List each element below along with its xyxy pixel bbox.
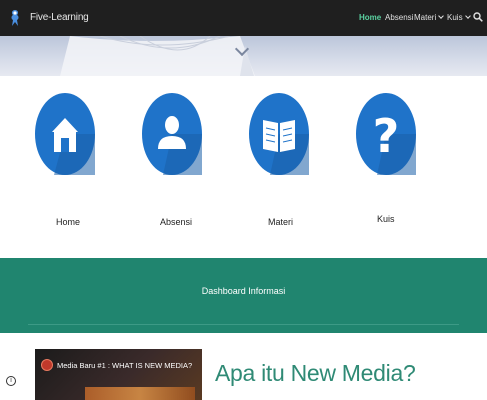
question-mark-icon: ? — [356, 93, 416, 175]
book-icon — [249, 93, 309, 175]
icon-label-kuis: Kuis — [377, 214, 395, 224]
nav-home[interactable]: Home — [359, 13, 381, 22]
dashboard-title: Dashboard Informasi — [201, 286, 286, 296]
article-title: Apa itu New Media? — [215, 360, 416, 386]
nav-materi[interactable]: Materi — [414, 13, 445, 22]
search-icon[interactable] — [473, 12, 483, 22]
icon-label-home: Home — [56, 217, 81, 227]
kuis-tile[interactable]: ? Kuis — [355, 92, 417, 224]
person-icon — [142, 93, 202, 175]
site-title[interactable]: Five-Learning — [30, 12, 89, 23]
svg-text:?: ? — [373, 109, 400, 163]
chevron-down-icon — [438, 13, 445, 19]
hero-banner — [0, 36, 487, 76]
chevron-down-icon — [464, 13, 471, 19]
icon-label-materi: Materi — [268, 217, 294, 227]
info-icon[interactable]: i — [6, 376, 16, 386]
nav-kuis[interactable]: Kuis — [447, 13, 471, 22]
home-tile[interactable]: Home — [34, 92, 96, 227]
house-icon — [35, 93, 95, 175]
video-thumbnail[interactable]: Media Baru #1 : WHAT IS NEW MEDIA? — [35, 349, 202, 400]
book-pages-image — [60, 36, 255, 76]
video-title[interactable]: Media Baru #1 : WHAT IS NEW MEDIA? — [57, 361, 192, 370]
channel-avatar[interactable] — [41, 359, 53, 371]
nav-kuis-label: Kuis — [447, 13, 463, 22]
absensi-tile[interactable]: Absensi — [141, 92, 203, 227]
nav-absensi[interactable]: Absensi — [385, 13, 413, 22]
band-divider — [28, 324, 459, 325]
site-logo-icon[interactable] — [8, 8, 22, 28]
nav-materi-label: Materi — [414, 13, 437, 22]
materi-tile[interactable]: Materi — [248, 92, 310, 227]
top-nav-bar: Five-Learning Home Absensi Materi Kuis — [0, 0, 487, 36]
video-thumbnail-graphic — [85, 387, 195, 400]
icon-label-absensi: Absensi — [160, 217, 193, 227]
